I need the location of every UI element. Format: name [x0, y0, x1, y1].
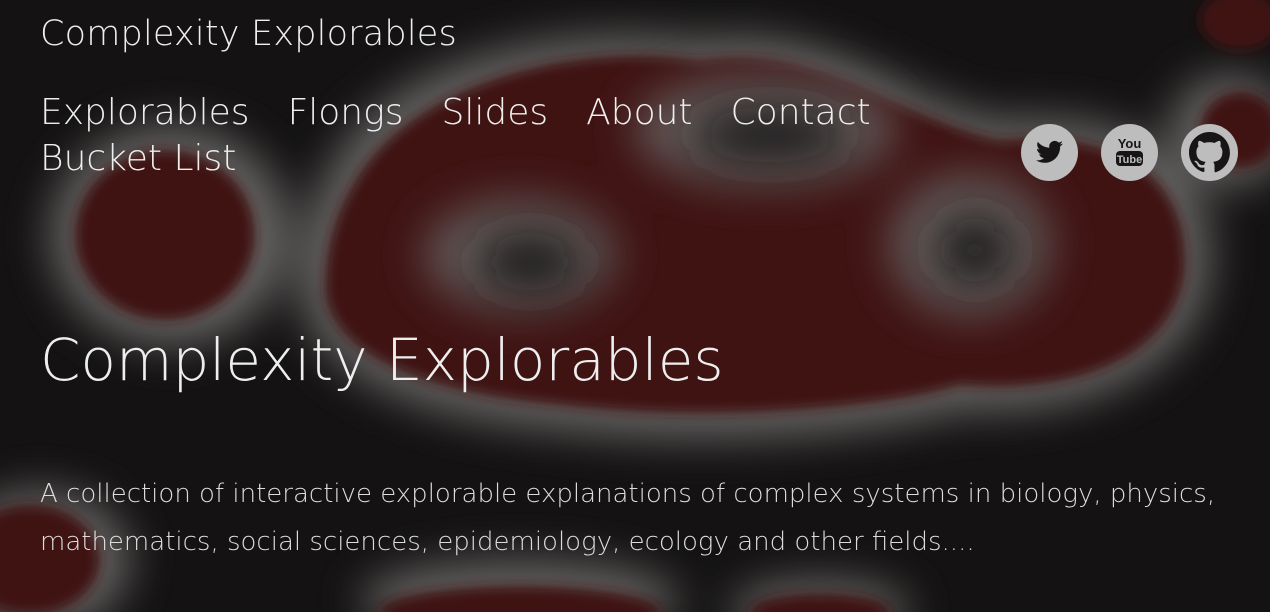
nav-item-flongs[interactable]: Flongs	[288, 90, 404, 136]
nav-item-bucket-list[interactable]: Bucket List	[40, 136, 236, 182]
youtube-link[interactable]: You Tube	[1101, 124, 1158, 181]
nav-item-contact[interactable]: Contact	[731, 90, 871, 136]
github-link[interactable]	[1181, 124, 1238, 181]
twitter-icon	[1036, 140, 1063, 163]
github-icon	[1189, 132, 1230, 173]
youtube-icon-tube: Tube	[1117, 154, 1142, 166]
social-links: You Tube	[1021, 124, 1238, 181]
nav-item-explorables[interactable]: Explorables	[40, 90, 250, 136]
main-nav: Explorables Flongs Slides About Contact Bucke…	[40, 90, 920, 182]
site-title-link[interactable]: Complexity Explorables	[40, 14, 457, 54]
twitter-link[interactable]	[1021, 124, 1078, 181]
page-description: A collection of interactive explorable e…	[40, 479, 1216, 557]
youtube-icon-you: You	[1118, 136, 1142, 151]
youtube-icon: You Tube	[1116, 136, 1143, 166]
nav-item-about[interactable]: About	[586, 90, 692, 136]
page-title: Complexity Explorables	[40, 326, 724, 394]
hero-header: Complexity Explorables Explorables Flongs…	[0, 0, 1270, 612]
nav-item-slides[interactable]: Slides	[441, 90, 548, 136]
